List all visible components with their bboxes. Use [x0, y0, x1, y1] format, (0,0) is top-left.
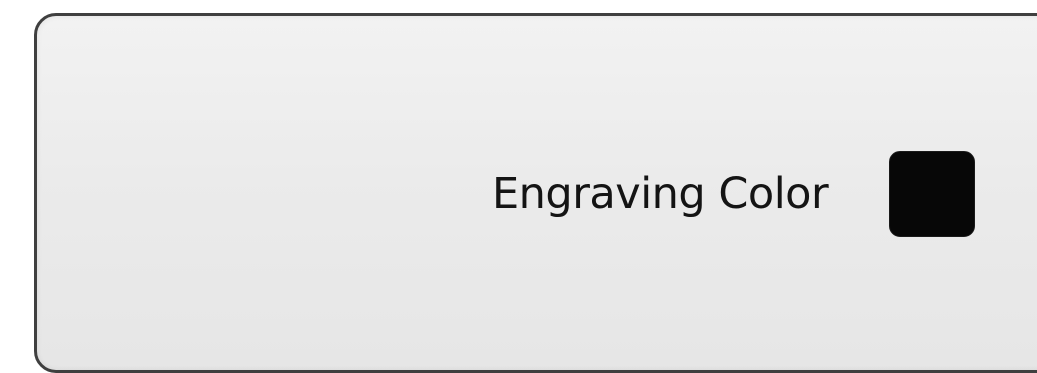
engraving-color-label: Engraving Color	[492, 169, 829, 219]
engraving-color-swatch[interactable]	[889, 151, 975, 237]
